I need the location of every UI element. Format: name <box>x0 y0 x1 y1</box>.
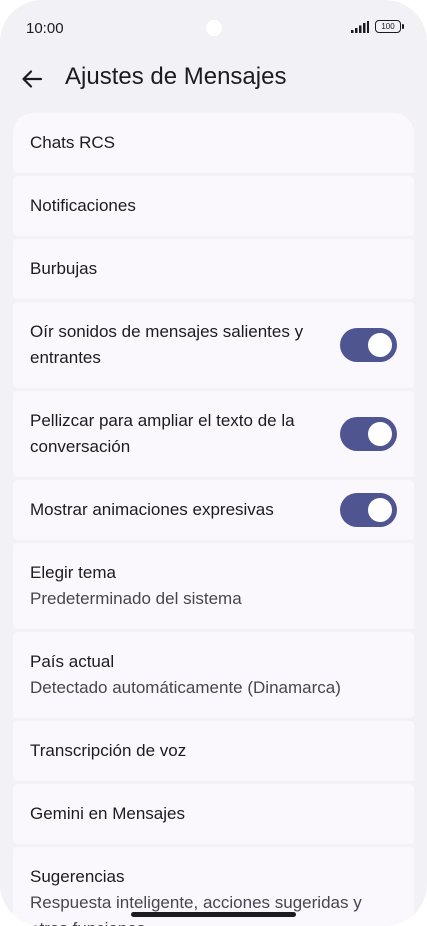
expressive-animations-toggle[interactable] <box>340 493 397 527</box>
setting-theme[interactable]: Elegir tema Predeterminado del sistema <box>13 543 414 629</box>
battery-icon: 100 <box>375 20 404 33</box>
status-bar: 10:00 100 <box>0 0 427 56</box>
camera-cutout <box>206 20 222 36</box>
setting-title: Mostrar animaciones expresivas <box>30 500 274 519</box>
setting-title: Notificaciones <box>30 196 136 215</box>
setting-title: Chats RCS <box>30 133 116 152</box>
setting-subtitle: Respuesta inteligente, acciones sugerida… <box>30 893 362 926</box>
setting-title: Oír sonidos de mensajes salientes y entr… <box>30 322 304 367</box>
status-icons: 100 <box>351 20 404 33</box>
setting-subtitle: Detectado automáticamente (Dinamarca) <box>30 678 341 697</box>
toggle-knob <box>368 498 392 522</box>
setting-gemini[interactable]: Gemini en Mensajes <box>13 784 414 844</box>
setting-title: Gemini en Mensajes <box>30 804 185 823</box>
message-sounds-toggle[interactable] <box>340 328 397 362</box>
setting-rcs-chats[interactable]: Chats RCS <box>13 113 414 173</box>
back-arrow-icon[interactable] <box>18 65 46 93</box>
toggle-knob <box>368 422 392 446</box>
toggle-knob <box>368 333 392 357</box>
setting-message-sounds[interactable]: Oír sonidos de mensajes salientes y entr… <box>13 302 414 388</box>
setting-title: Elegir tema <box>30 563 116 582</box>
settings-list: Chats RCS Notificaciones Burbujas Oír so… <box>13 113 414 926</box>
status-time: 10:00 <box>26 20 64 37</box>
setting-title: Burbujas <box>30 259 98 278</box>
app-bar: Ajustes de Mensajes <box>0 56 427 102</box>
setting-subtitle: Predeterminado del sistema <box>30 589 242 608</box>
gesture-navigation-bar[interactable] <box>131 912 296 917</box>
setting-pinch-zoom[interactable]: Pellizcar para ampliar el texto de la co… <box>13 391 414 477</box>
setting-title: Sugerencias <box>30 867 125 886</box>
setting-voice-transcription[interactable]: Transcripción de voz <box>13 721 414 781</box>
setting-title: País actual <box>30 652 115 671</box>
setting-title: Pellizcar para ampliar el texto de la co… <box>30 411 295 456</box>
setting-bubbles[interactable]: Burbujas <box>13 239 414 299</box>
setting-notifications[interactable]: Notificaciones <box>13 176 414 236</box>
pinch-zoom-toggle[interactable] <box>340 417 397 451</box>
page-title: Ajustes de Mensajes <box>65 63 287 90</box>
setting-current-country[interactable]: País actual Detectado automáticamente (D… <box>13 632 414 718</box>
battery-level: 100 <box>381 22 395 31</box>
setting-title: Transcripción de voz <box>30 741 187 760</box>
signal-bars-icon <box>351 20 369 33</box>
setting-expressive-animations[interactable]: Mostrar animaciones expresivas <box>13 480 414 540</box>
phone-screen: 10:00 100 Ajustes de Mensajes Chats RCS <box>0 0 427 926</box>
